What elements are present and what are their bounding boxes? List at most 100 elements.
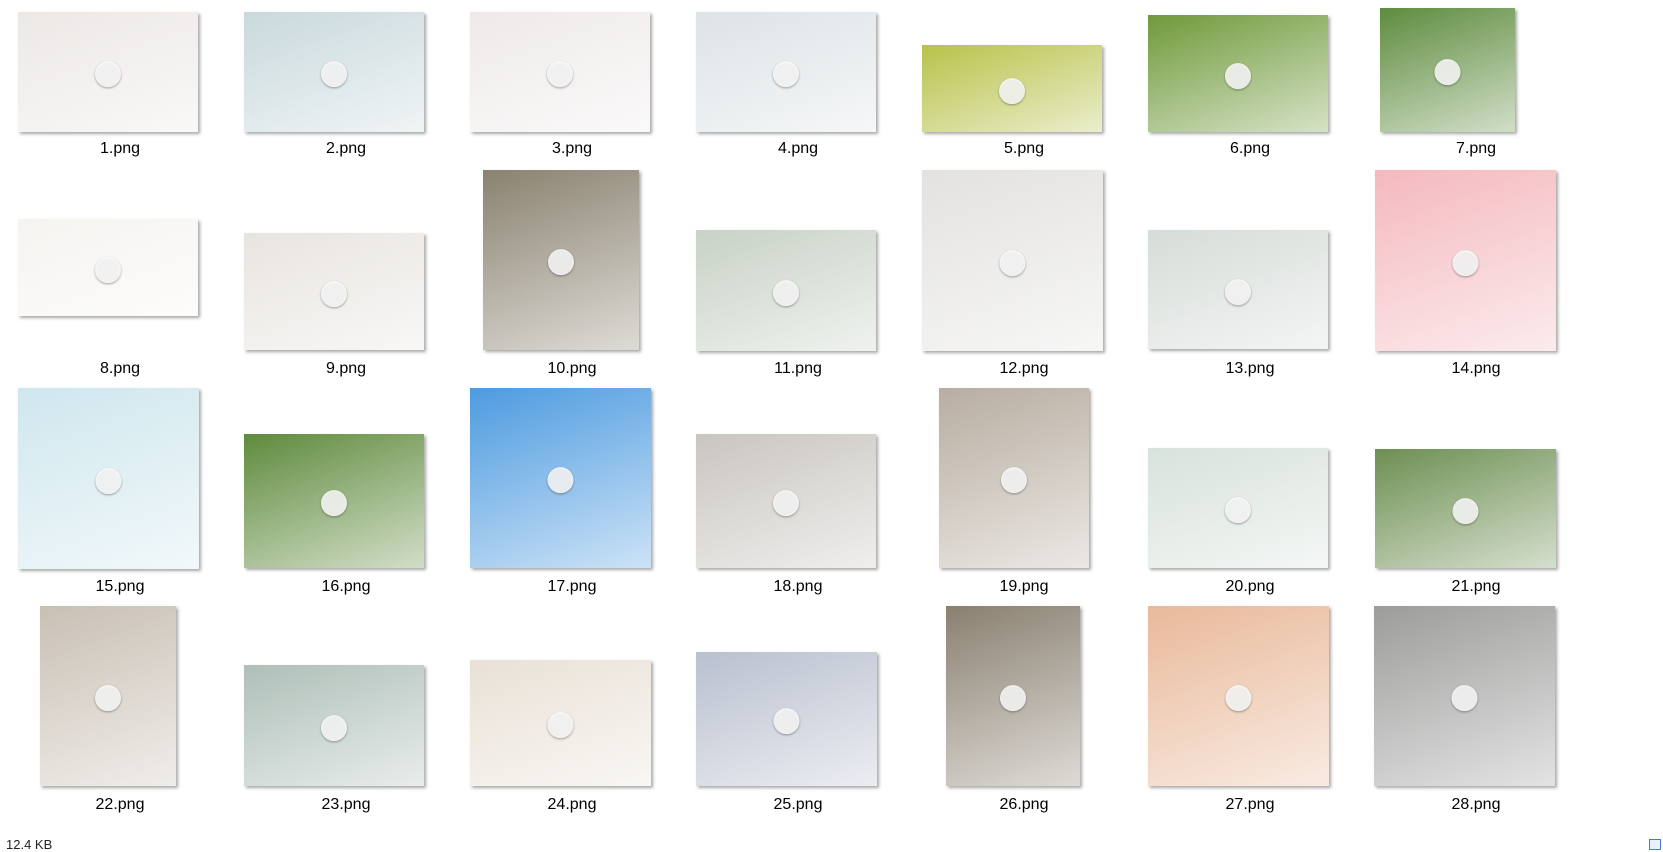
dog-icon: ●: [93, 52, 123, 92]
file-tile[interactable]: ● 11.png: [678, 166, 918, 396]
file-thumbnail[interactable]: ●: [696, 12, 876, 132]
file-name-label: 15.png: [95, 578, 145, 595]
file-thumbnail[interactable]: ●: [1148, 606, 1329, 786]
file-thumbnail[interactable]: ●: [922, 170, 1103, 351]
file-tile[interactable]: ● 27.png: [1130, 602, 1370, 832]
file-name-label: 20.png: [1225, 578, 1275, 595]
dog-icon: ●: [771, 270, 801, 311]
file-thumbnail[interactable]: ●: [18, 219, 198, 316]
file-thumbnail[interactable]: ●: [40, 606, 176, 786]
file-thumbnail[interactable]: ●: [1375, 170, 1556, 351]
file-name-label: 17.png: [547, 578, 597, 595]
file-name-label: 1.png: [99, 140, 141, 157]
dog-icon: ●: [771, 699, 802, 739]
file-tile[interactable]: ● 25.png: [678, 602, 918, 832]
dog-icon: ●: [771, 481, 801, 521]
file-tile[interactable]: ● 15.png: [0, 384, 240, 614]
file-name-label: 2.png: [325, 140, 367, 157]
dog-icon: ●: [546, 240, 576, 280]
view-toggle-icon[interactable]: [1649, 839, 1661, 850]
file-thumbnail[interactable]: ●: [470, 12, 650, 132]
file-thumbnail[interactable]: ●: [946, 606, 1080, 786]
file-thumbnail[interactable]: ●: [244, 665, 424, 786]
file-name-label: 4.png: [777, 140, 819, 157]
dog-icon: ●: [999, 458, 1029, 498]
file-tile[interactable]: ● 9.png: [226, 166, 466, 396]
file-name-label: 6.png: [1229, 140, 1271, 157]
status-bar: 12.4 KB: [0, 838, 1663, 852]
file-thumbnail[interactable]: ●: [1148, 448, 1328, 568]
file-name-label: 28.png: [1451, 796, 1501, 813]
file-thumbnail[interactable]: ●: [1380, 8, 1515, 132]
file-tile[interactable]: ● 21.png: [1356, 384, 1596, 614]
file-thumbnail[interactable]: ●: [470, 660, 651, 786]
file-name-label: 13.png: [1225, 360, 1275, 377]
file-thumbnail[interactable]: ●: [696, 230, 876, 351]
file-name-label: 23.png: [321, 796, 371, 813]
file-name-label: 5.png: [1003, 140, 1045, 157]
file-name-label: 9.png: [325, 360, 367, 377]
dog-icon: ●: [319, 705, 349, 746]
file-name-label: 16.png: [321, 578, 371, 595]
file-thumbnail[interactable]: ●: [244, 233, 424, 350]
file-tile[interactable]: ● 18.png: [678, 384, 918, 614]
dog-icon: ●: [545, 703, 576, 743]
file-thumbnail[interactable]: ●: [244, 434, 424, 568]
dog-icon: ●: [319, 271, 349, 312]
file-name-label: 25.png: [773, 796, 823, 813]
dog-icon: ●: [1450, 488, 1481, 529]
dog-icon: ●: [997, 240, 1028, 281]
file-name-label: 22.png: [95, 796, 145, 813]
dog-icon: ●: [319, 481, 349, 521]
dog-icon: ●: [545, 458, 576, 498]
file-thumbnail[interactable]: ●: [18, 388, 199, 569]
dog-icon: ●: [1450, 240, 1481, 281]
file-tile[interactable]: ● 20.png: [1130, 384, 1370, 614]
file-thumbnail[interactable]: ●: [922, 45, 1102, 132]
file-thumbnail[interactable]: ●: [483, 170, 639, 350]
file-thumbnail[interactable]: ●: [470, 388, 651, 568]
file-name-label: 11.png: [774, 360, 822, 377]
file-tile[interactable]: ● 14.png: [1356, 166, 1596, 396]
dog-icon: ●: [997, 68, 1027, 109]
file-thumbnail[interactable]: ●: [18, 12, 198, 132]
dog-icon: ●: [1449, 676, 1480, 716]
file-name-label: 19.png: [999, 578, 1049, 595]
file-thumbnail[interactable]: ●: [696, 652, 877, 786]
dog-icon: ●: [771, 52, 801, 92]
dog-icon: ●: [1432, 50, 1463, 90]
dog-icon: ●: [319, 52, 349, 92]
dog-icon: ●: [998, 676, 1028, 716]
dog-icon: ●: [1223, 488, 1253, 528]
file-tile[interactable]: ● 8.png: [0, 166, 240, 396]
dog-icon: ●: [93, 247, 123, 288]
file-tile[interactable]: ● 12.png: [904, 166, 1144, 396]
file-thumbnail[interactable]: ●: [1148, 15, 1328, 132]
file-name-label: 10.png: [547, 360, 597, 377]
file-tile[interactable]: ● 22.png: [0, 602, 240, 832]
file-name-label: 14.png: [1451, 360, 1501, 377]
file-name-label: 24.png: [547, 796, 597, 813]
file-tile[interactable]: ● 23.png: [226, 602, 466, 832]
file-tile[interactable]: ● 19.png: [904, 384, 1144, 614]
file-thumbnail[interactable]: ●: [1148, 230, 1328, 349]
file-thumbnail[interactable]: ●: [1374, 606, 1555, 786]
file-thumbnail[interactable]: ●: [1375, 449, 1556, 568]
file-tile[interactable]: ● 17.png: [452, 384, 692, 614]
file-name-label: 3.png: [551, 140, 593, 157]
status-file-size: 12.4 KB: [6, 837, 53, 852]
file-thumbnail[interactable]: ●: [244, 12, 424, 132]
dog-icon: ●: [1223, 269, 1253, 310]
file-name-label: 7.png: [1455, 140, 1497, 157]
file-tile[interactable]: ● 10.png: [452, 166, 692, 396]
dog-icon: ●: [1223, 53, 1253, 94]
file-tile[interactable]: ● 16.png: [226, 384, 466, 614]
file-tile[interactable]: ● 28.png: [1356, 602, 1596, 832]
file-thumbnail[interactable]: ●: [939, 388, 1089, 568]
file-thumbnail[interactable]: ●: [696, 434, 876, 568]
file-tile[interactable]: ● 26.png: [904, 602, 1144, 832]
dog-icon: ●: [1223, 676, 1254, 716]
file-tile[interactable]: ● 24.png: [452, 602, 692, 832]
dog-icon: ●: [545, 52, 575, 92]
file-tile[interactable]: ● 13.png: [1130, 166, 1370, 396]
